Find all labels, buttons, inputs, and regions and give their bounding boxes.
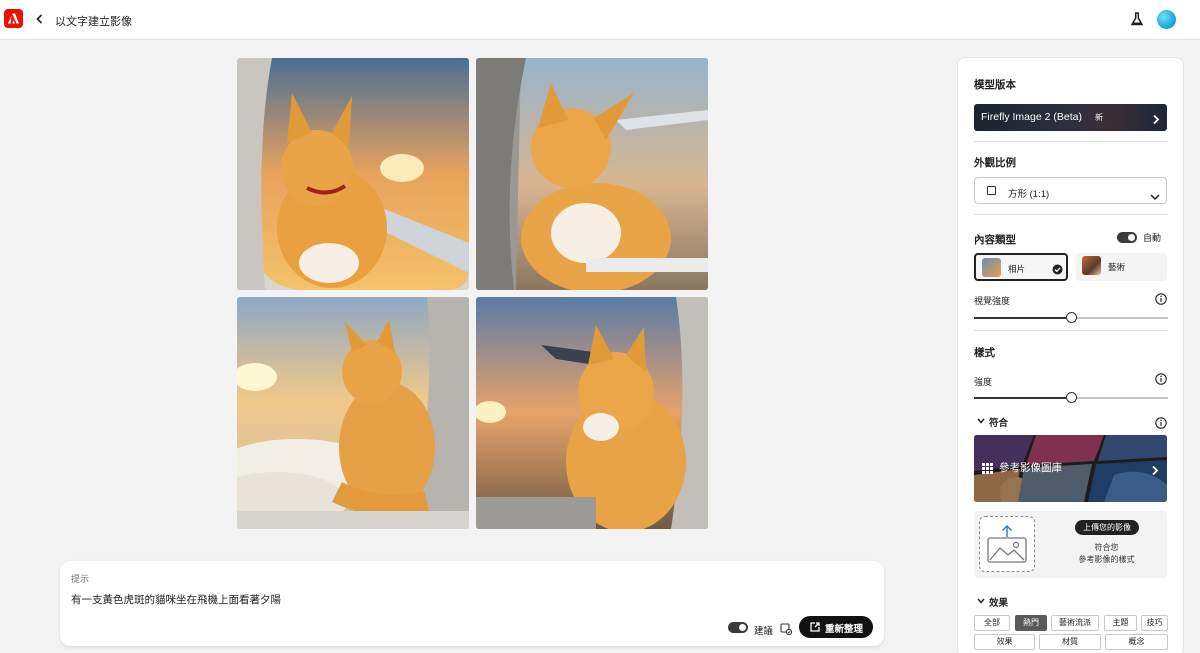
chevron-down-icon bbox=[977, 418, 985, 424]
content-type-title: 內容類型 bbox=[974, 234, 1016, 246]
style-title: 樣式 bbox=[974, 347, 995, 359]
effect-tab-materials[interactable]: 材質 bbox=[1039, 634, 1101, 650]
effects-label: 效果 bbox=[989, 598, 1009, 609]
effect-tab-effects[interactable]: 效果 bbox=[974, 634, 1035, 650]
chevron-down-icon bbox=[977, 598, 985, 604]
model-version-title: 模型版本 bbox=[974, 79, 1016, 91]
effect-tab-concepts[interactable]: 概念 bbox=[1105, 634, 1168, 650]
checkmark-icon bbox=[1052, 262, 1063, 280]
divider bbox=[974, 330, 1168, 331]
refresh-icon bbox=[810, 622, 820, 632]
refresh-button[interactable]: 重新整理 bbox=[799, 616, 873, 638]
suggest-settings-icon[interactable] bbox=[780, 622, 793, 640]
chevron-right-icon bbox=[1152, 112, 1160, 130]
reference-gallery-card[interactable]: 參考影像圖庫 bbox=[974, 435, 1167, 502]
page-title: 以文字建立影像 bbox=[55, 16, 132, 28]
info-icon[interactable] bbox=[1155, 416, 1167, 434]
slider-fill bbox=[974, 397, 1071, 399]
effect-tab-techniques[interactable]: 技巧 bbox=[1141, 615, 1168, 631]
art-thumbnail bbox=[1082, 256, 1101, 275]
content-type-art[interactable]: 藝術 bbox=[1076, 253, 1167, 281]
auto-label: 自動 bbox=[1143, 233, 1162, 243]
prompt-label: 提示 bbox=[71, 574, 90, 584]
info-icon[interactable] bbox=[1155, 372, 1167, 390]
top-bar: 以文字建立影像 bbox=[0, 0, 1200, 40]
flask-icon[interactable] bbox=[1130, 11, 1144, 32]
slider-thumb[interactable] bbox=[1066, 392, 1077, 403]
slider-thumb[interactable] bbox=[1066, 312, 1077, 323]
aspect-ratio-value: 方形 (1:1) bbox=[1008, 189, 1050, 200]
content-type-label: 藝術 bbox=[1108, 262, 1126, 272]
effect-tab-popular[interactable]: 熱門 bbox=[1015, 615, 1047, 631]
strength-slider[interactable] bbox=[974, 392, 1168, 403]
upload-image-button[interactable]: 上傳您的影像 bbox=[1075, 520, 1139, 535]
prompt-box: 提示 有一支黃色虎斑的貓咪坐在飛機上面看著夕陽 建議 重新整理 bbox=[60, 561, 884, 646]
settings-panel: 模型版本 Firefly Image 2 (Beta) 新 外觀比例 方形 (1… bbox=[957, 57, 1184, 653]
suggest-label: 建議 bbox=[754, 626, 774, 637]
generated-image-3[interactable] bbox=[237, 297, 469, 529]
suggest-toggle[interactable] bbox=[728, 622, 748, 633]
model-version-selector[interactable]: Firefly Image 2 (Beta) 新 bbox=[974, 104, 1167, 131]
grid-icon bbox=[982, 461, 993, 479]
upload-caption-line2: 參考影像的樣式 bbox=[1078, 555, 1135, 564]
effect-tab-all[interactable]: 全部 bbox=[974, 615, 1010, 631]
adobe-logo-icon[interactable] bbox=[4, 9, 23, 28]
content-type-label: 相片 bbox=[1008, 264, 1026, 274]
gallery-label: 參考影像圖庫 bbox=[999, 462, 1062, 474]
refresh-button-label: 重新整理 bbox=[825, 624, 864, 635]
match-label: 符合 bbox=[989, 418, 1009, 429]
info-icon[interactable] bbox=[1155, 292, 1167, 310]
aspect-ratio-select[interactable]: 方形 (1:1) bbox=[974, 177, 1167, 204]
generated-image-2[interactable] bbox=[476, 58, 708, 290]
visual-intensity-label: 視覺強度 bbox=[974, 296, 1011, 306]
effect-tab-art-movements[interactable]: 藝術流派 bbox=[1051, 615, 1099, 631]
content-type-photo[interactable]: 相片 bbox=[974, 253, 1068, 281]
user-avatar[interactable] bbox=[1157, 10, 1176, 29]
effect-tab-themes[interactable]: 主題 bbox=[1104, 615, 1137, 631]
auto-toggle[interactable] bbox=[1117, 232, 1137, 243]
divider bbox=[974, 214, 1168, 215]
upload-caption-line1: 符合您 bbox=[1094, 543, 1119, 552]
upload-reference-area[interactable]: 上傳您的影像 符合您 參考影像的樣式 bbox=[974, 511, 1167, 578]
back-arrow-icon[interactable] bbox=[34, 11, 46, 27]
model-name: Firefly Image 2 (Beta) bbox=[981, 111, 1082, 123]
chevron-down-icon bbox=[1150, 188, 1160, 206]
generated-image-1[interactable] bbox=[237, 58, 469, 290]
new-badge: 新 bbox=[1095, 113, 1103, 122]
photo-thumbnail bbox=[982, 258, 1001, 277]
strength-label: 強度 bbox=[974, 377, 993, 387]
chevron-right-icon bbox=[1151, 463, 1159, 481]
slider-fill bbox=[974, 317, 1071, 319]
aspect-ratio-title: 外觀比例 bbox=[974, 157, 1016, 169]
visual-intensity-slider[interactable] bbox=[974, 312, 1168, 323]
divider bbox=[974, 141, 1168, 142]
square-icon bbox=[987, 186, 996, 195]
prompt-input[interactable]: 有一支黃色虎斑的貓咪坐在飛機上面看著夕陽 bbox=[71, 592, 281, 607]
generated-image-4[interactable] bbox=[476, 297, 708, 529]
